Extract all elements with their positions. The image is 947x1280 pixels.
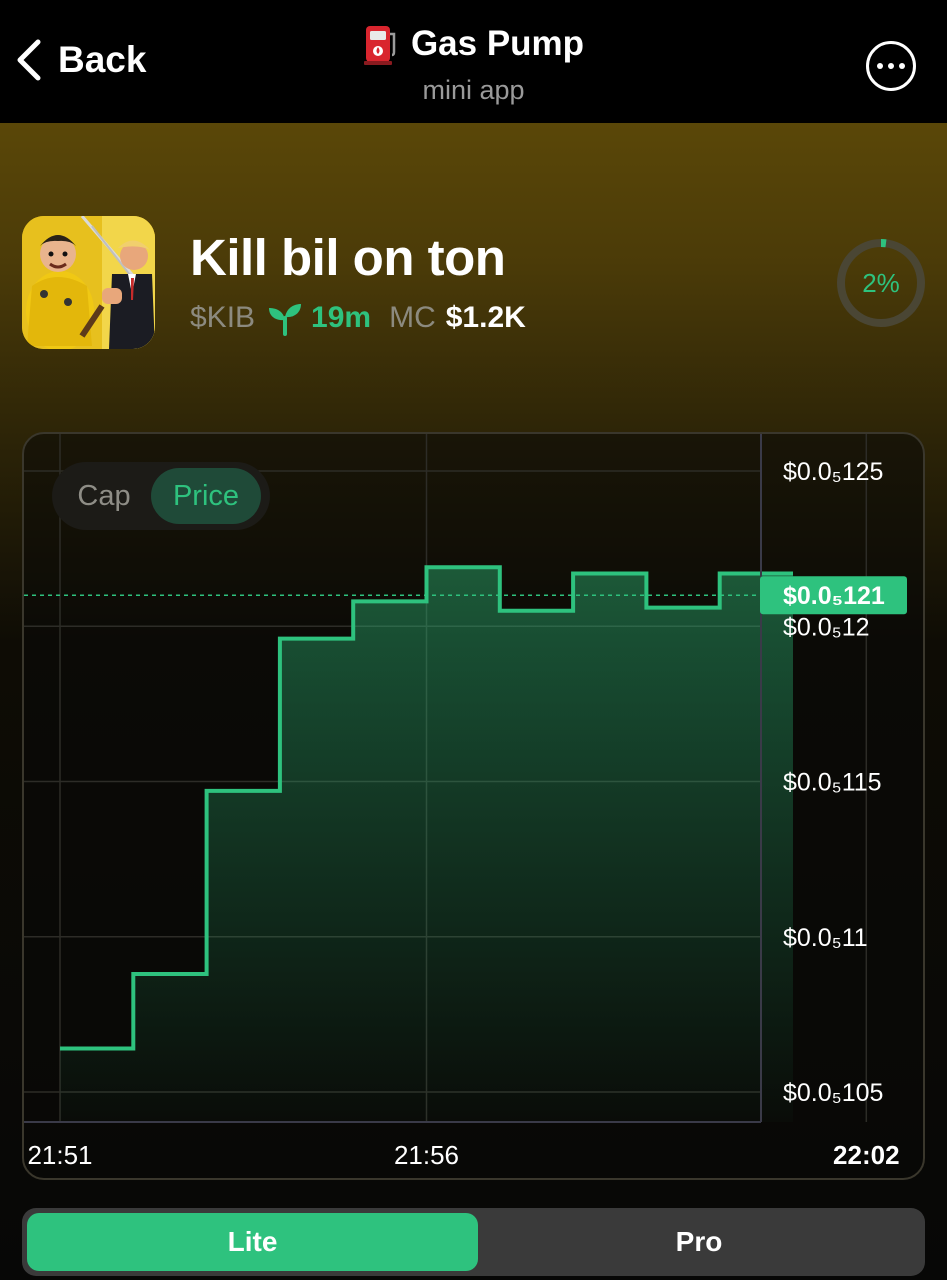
y-axis-labels: $0.0₅125 $0.0₅12 $0.0₅115 $0.0₅11 $0.0₅105 [783, 458, 883, 1107]
pro-mode-button[interactable]: Pro [478, 1213, 920, 1271]
lite-mode-button[interactable]: Lite [27, 1213, 478, 1271]
price-area-fill [60, 567, 793, 1122]
x-tick-label: 21:56 [394, 1140, 459, 1170]
mode-toggle: Lite Pro [22, 1208, 925, 1276]
price-tab[interactable]: Price [151, 468, 261, 524]
x-tick-label: 21:51 [27, 1140, 92, 1170]
price-chart[interactable]: $0.0₅125 $0.0₅12 $0.0₅115 $0.0₅11 $0.0₅105 $… [0, 0, 947, 1280]
y-tick-label: $0.0₅105 [783, 1079, 883, 1107]
cap-price-toggle: Cap Price [52, 462, 270, 530]
x-axis-labels: 21:51 21:56 22:02 [27, 1140, 899, 1170]
current-price-label: $0.0₅121 [783, 582, 885, 610]
y-tick-label: $0.0₅125 [783, 458, 883, 486]
y-tick-label: $0.0₅11 [783, 924, 868, 952]
y-tick-label: $0.0₅12 [783, 613, 870, 641]
y-tick-label: $0.0₅115 [783, 769, 882, 797]
x-tick-label: 22:02 [833, 1140, 900, 1170]
cap-tab[interactable]: Cap [57, 468, 151, 524]
